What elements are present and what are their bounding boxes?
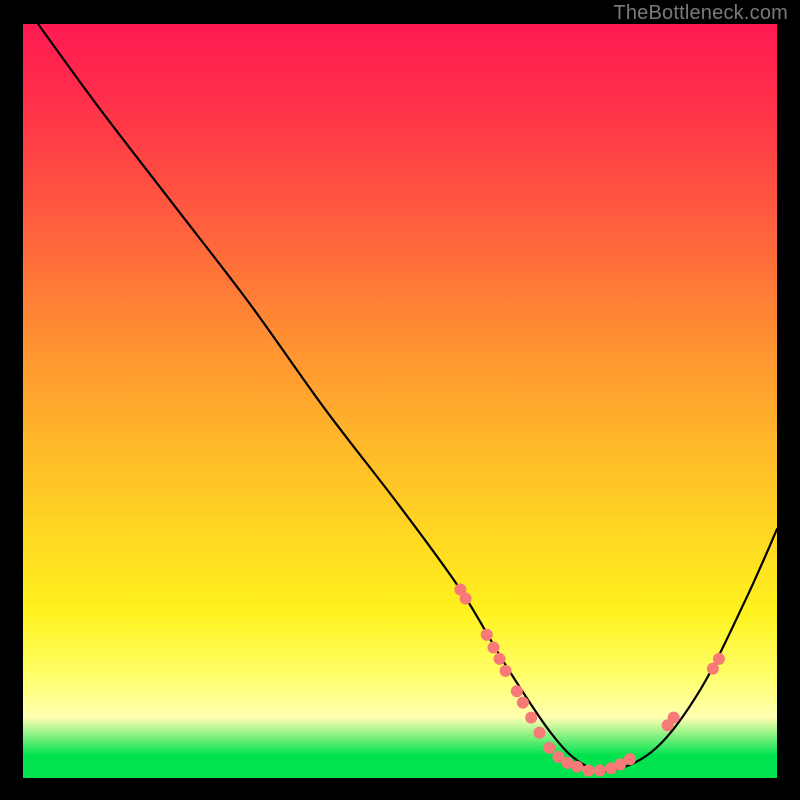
curve-marker (662, 719, 674, 731)
chart-stage: TheBottleneck.com (0, 0, 800, 800)
curve-marker (571, 761, 583, 773)
curve-marker (594, 764, 606, 776)
curve-marker (713, 653, 725, 665)
curve-marker (552, 751, 564, 763)
curve-marker (533, 727, 545, 739)
curve-marker (460, 593, 472, 605)
bottleneck-curve (38, 24, 777, 771)
curve-marker (500, 665, 512, 677)
curve-markers (454, 584, 725, 777)
curve-marker (543, 742, 555, 754)
curve-marker (525, 712, 537, 724)
curve-marker (583, 764, 595, 776)
curve-marker (494, 653, 506, 665)
curve-marker (605, 762, 617, 774)
curve-marker (561, 757, 573, 769)
attribution-text: TheBottleneck.com (613, 2, 788, 25)
curve-marker (517, 697, 529, 709)
curve-marker (511, 685, 523, 697)
curve-marker (668, 712, 680, 724)
curve-marker (454, 584, 466, 596)
curve-marker (481, 629, 493, 641)
curve-marker (488, 642, 500, 654)
curve-marker (707, 663, 719, 675)
curve-svg (23, 24, 777, 778)
plot-area (23, 24, 777, 778)
curve-marker (624, 753, 636, 765)
curve-marker (614, 758, 626, 770)
